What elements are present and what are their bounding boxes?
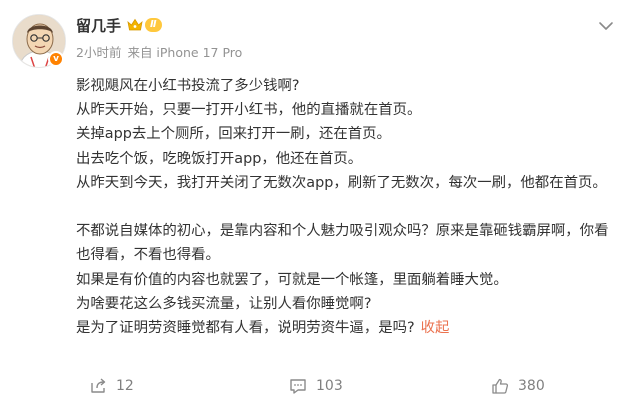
repost-count: 12 [116, 378, 134, 394]
post-source: 来自 iPhone 17 Pro [127, 45, 243, 60]
verified-badge-icon: v [48, 51, 64, 67]
user-name[interactable]: 留几手 [76, 15, 121, 36]
content-line: 不都说自媒体的初心，是靠内容和个人魅力吸引观众吗？原来是靠砸钱霸屏啊，你看也得看… [76, 223, 609, 264]
post-meta: 2小时前 来自 iPhone 17 Pro [76, 42, 248, 61]
content-line: 出去吃个饭，吃晚饭打开app，他还在首页。 [76, 150, 363, 167]
action-bar: 12 103 380 [0, 372, 630, 400]
repost-icon [91, 378, 106, 393]
post-content: 影视飓风在小红书投流了多少钱啊? 从昨天开始，只要一打开小红书，他的直播就在首页… [76, 74, 616, 340]
content-line: 关掉app去上个厕所，回来打开一刷，还在首页。 [76, 126, 391, 143]
repost-button[interactable]: 12 [89, 372, 134, 400]
content-line: 从昨天到今天，我打开关闭了无数次app，刷新了无数次，每次一刷，他都在首页。 [76, 174, 607, 191]
content-line: 从昨天开始，只要一打开小红书，他的直播就在首页。 [76, 102, 422, 119]
comment-button[interactable]: 103 [289, 372, 343, 400]
thumbs-up-icon [492, 378, 509, 394]
weibo-post-card: v 留几手 Ⅱ 2小时前 来自 iPhone 17 Pro 影视飓风在小红书投流… [0, 0, 630, 407]
comment-count: 103 [316, 378, 343, 394]
content-line: 影视飓风在小红书投流了多少钱啊? [76, 78, 300, 94]
more-options-chevron-icon[interactable] [596, 18, 616, 34]
like-count: 380 [518, 378, 545, 394]
content-last-line: 是为了证明劳资睡觉都有人看，说明劳资牛逼，是吗? 收起 [76, 316, 616, 340]
author-row: 留几手 Ⅱ [76, 14, 162, 36]
content-line: 是为了证明劳资睡觉都有人看，说明劳资牛逼，是吗? [76, 320, 415, 337]
like-button[interactable]: 380 [491, 372, 545, 400]
member-level-badge[interactable]: Ⅱ [145, 18, 162, 32]
comment-icon [290, 379, 306, 394]
post-time[interactable]: 2小时前 [76, 42, 121, 61]
content-line: 为啥要花这么多钱买流量，让别人看你睡觉啊? [76, 295, 372, 312]
collapse-link[interactable]: 收起 [421, 320, 450, 336]
content-line: 如果是有价值的内容也就罢了，可就是一个帐篷，里面躺着睡大觉。 [76, 271, 508, 288]
crown-icon [127, 18, 143, 32]
